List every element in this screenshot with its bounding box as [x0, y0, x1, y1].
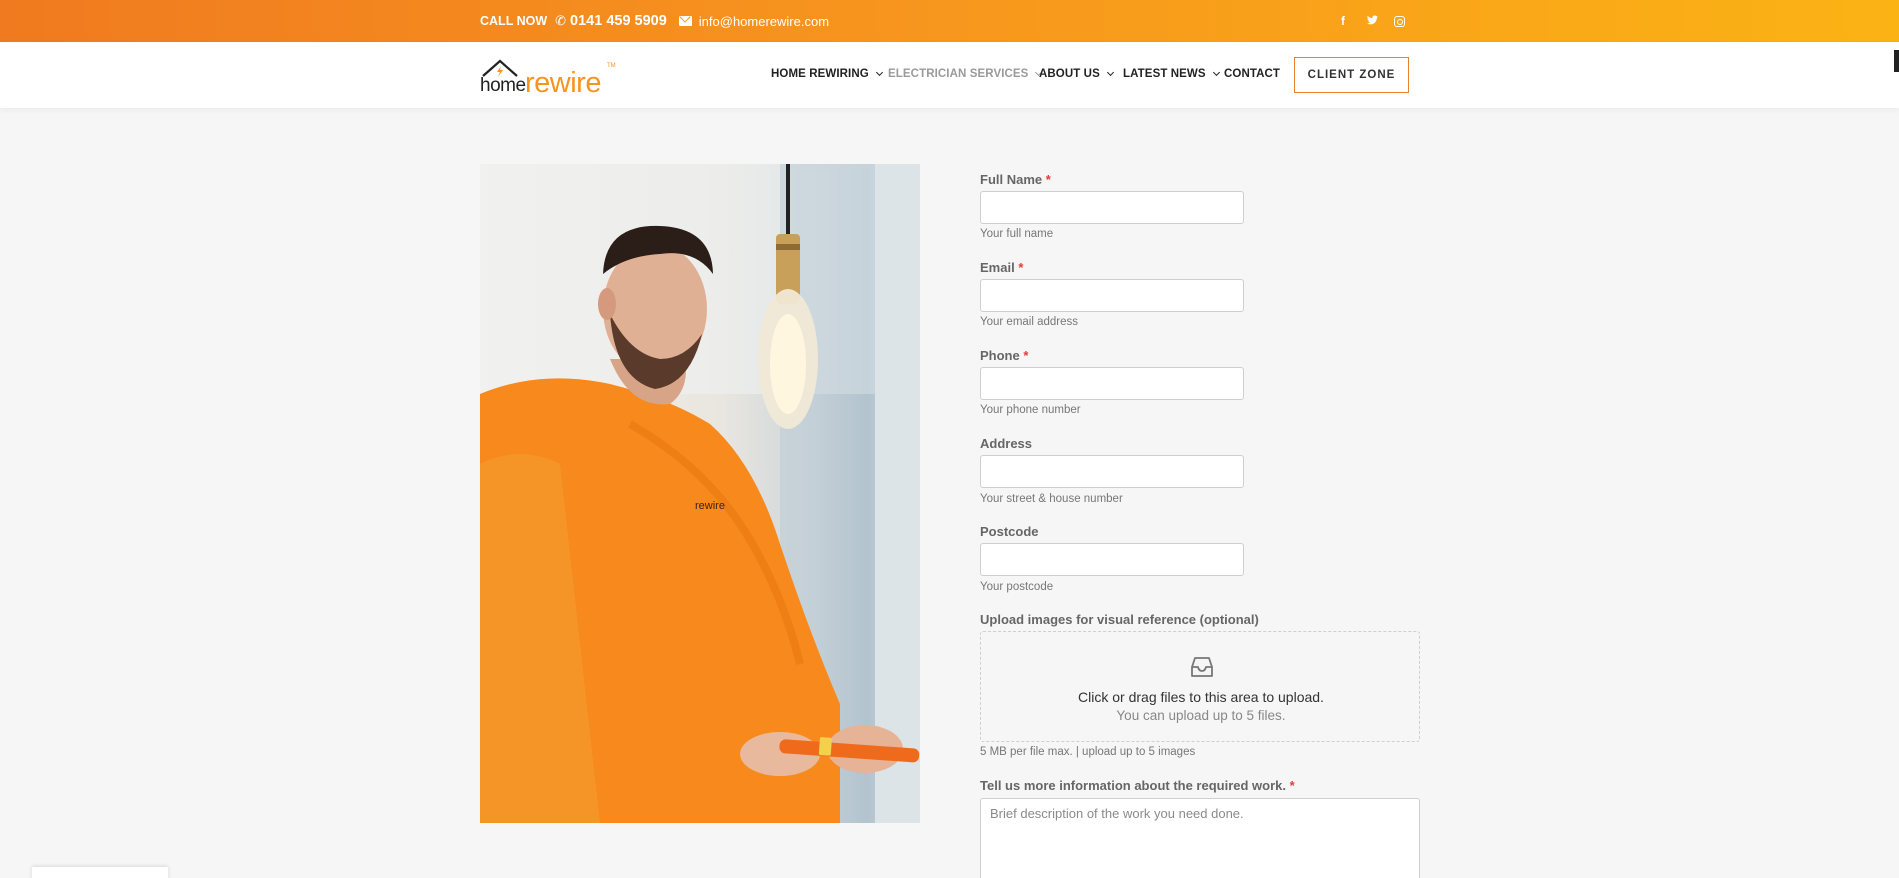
required-marker: *: [1045, 172, 1051, 187]
phone-link[interactable]: 0141 459 5909: [570, 13, 667, 29]
chevron-down-icon: [875, 68, 883, 77]
upload-dropzone[interactable]: Click or drag files to this area to uplo…: [980, 631, 1420, 742]
required-marker: *: [1018, 260, 1024, 275]
twitter-icon[interactable]: [1365, 14, 1379, 28]
full-name-label: Full Name *: [980, 172, 1051, 187]
address-help: Your street & house number: [980, 493, 1123, 505]
label-text: Phone: [980, 348, 1020, 363]
top-contact: CALL NOW ✆ 0141 459 5909 info@homerewire…: [480, 0, 829, 42]
site-logo[interactable]: home rewire TM: [478, 58, 618, 99]
upload-primary-text: Click or drag files to this area to uplo…: [1078, 689, 1324, 705]
nav-home-rewiring[interactable]: HOME REWIRING: [771, 68, 883, 80]
phone-icon: ✆: [555, 13, 567, 28]
social-links: f: [1336, 0, 1405, 42]
chevron-down-icon: [1212, 68, 1220, 77]
label-text: Full Name: [980, 172, 1043, 187]
inbox-icon: [1191, 657, 1213, 677]
svg-text:rewire: rewire: [695, 500, 725, 512]
mail-icon: [678, 16, 692, 26]
nav-about-us[interactable]: ABOUT US: [1039, 68, 1114, 80]
email-help: Your email address: [980, 316, 1079, 328]
chevron-down-icon: [1106, 68, 1114, 77]
email-input[interactable]: [980, 279, 1244, 312]
nav-label: ABOUT US: [1039, 68, 1100, 80]
postcode-input[interactable]: [980, 543, 1244, 576]
details-label: Tell us more information about the requi…: [980, 778, 1295, 793]
nav-contact[interactable]: CONTACT: [1224, 68, 1280, 80]
scrollbar-marker: [1894, 50, 1899, 72]
postcode-help: Your postcode: [980, 581, 1054, 593]
logo-rewire-text: rewire: [525, 67, 601, 99]
phone-help: Your phone number: [980, 404, 1081, 416]
full-name-input[interactable]: [980, 191, 1244, 224]
details-textarea[interactable]: Brief description of the work you need d…: [980, 798, 1420, 878]
upload-secondary-text: You can upload up to 5 files.: [1116, 708, 1286, 723]
label-text: Email: [980, 260, 1015, 275]
facebook-icon[interactable]: f: [1336, 14, 1350, 28]
phone-label: Phone *: [980, 348, 1028, 363]
logo-trademark: TM: [607, 63, 616, 69]
logo-home-text: home: [480, 75, 526, 96]
required-marker: *: [1289, 778, 1295, 793]
nav-label: HOME REWIRING: [771, 68, 869, 80]
full-name-help: Your full name: [980, 228, 1054, 240]
email-link[interactable]: info@homerewire.com: [699, 14, 829, 29]
details-placeholder: Brief description of the work you need d…: [990, 806, 1244, 821]
instagram-icon[interactable]: [1394, 15, 1405, 27]
nav-electrician-services[interactable]: ELECTRICIAN SERVICES: [888, 68, 1043, 80]
nav-latest-news[interactable]: LATEST NEWS: [1123, 68, 1220, 80]
required-marker: *: [1023, 348, 1029, 363]
address-input[interactable]: [980, 455, 1244, 488]
label-text: Tell us more information about the requi…: [980, 778, 1287, 793]
postcode-label: Postcode: [980, 524, 1039, 539]
bottom-left-widget[interactable]: [32, 867, 168, 878]
nav-label: ELECTRICIAN SERVICES: [888, 68, 1029, 80]
upload-help: 5 MB per file max. | upload up to 5 imag…: [980, 746, 1196, 758]
call-now-label: CALL NOW: [480, 14, 548, 28]
nav-label: CONTACT: [1224, 68, 1281, 80]
nav-label: LATEST NEWS: [1123, 68, 1206, 80]
upload-label: Upload images for visual reference (opti…: [980, 612, 1259, 627]
top-bar: CALL NOW ✆ 0141 459 5909 info@homerewire…: [0, 0, 1899, 42]
phone-input[interactable]: [980, 367, 1244, 400]
address-label: Address: [980, 436, 1033, 451]
email-label: Email *: [980, 260, 1023, 275]
electrician-photo: rewire: [480, 164, 920, 823]
client-zone-button[interactable]: CLIENT ZONE: [1294, 57, 1409, 93]
